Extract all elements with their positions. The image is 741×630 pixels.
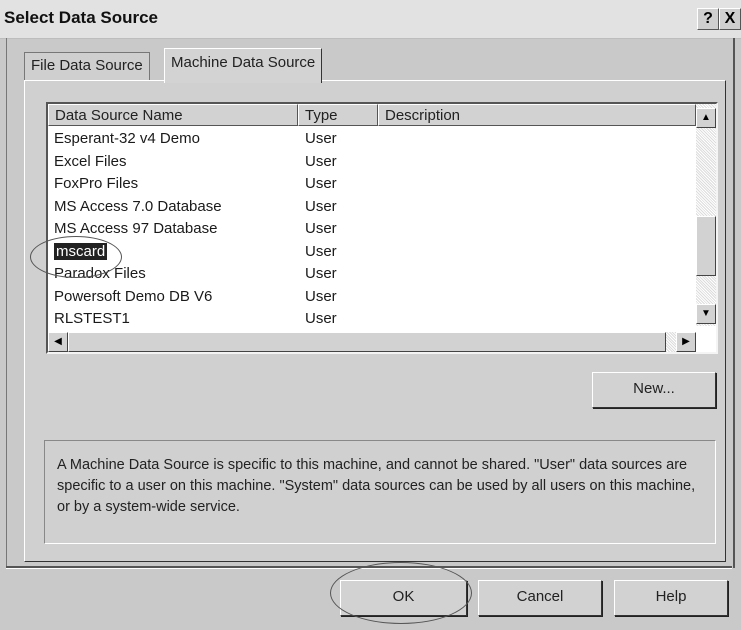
list-item[interactable]: MS Access 7.0 Database User: [48, 196, 696, 219]
list-item-name-text: MS Access 7.0 Database: [54, 197, 222, 215]
help-icon[interactable]: ?: [697, 8, 719, 30]
list-item-type: User: [305, 242, 337, 260]
list-item-name-text: FoxPro Files: [54, 175, 139, 192]
new-button[interactable]: New...: [592, 372, 716, 408]
tab-machine-data-source[interactable]: Machine Data Source: [164, 48, 323, 83]
list-item-name-text: Excel Files: [54, 152, 127, 170]
list-item-type: User: [305, 265, 337, 282]
list-item[interactable]: MS Access 97 Database User: [48, 218, 696, 241]
horizontal-scroll-thumb[interactable]: [68, 332, 666, 352]
vertical-scroll-thumb[interactable]: [696, 216, 716, 276]
list-item-type: User: [305, 220, 337, 237]
help-button[interactable]: Help: [614, 580, 728, 616]
annotation-circle-selection: [30, 236, 122, 278]
vertical-scrollbar[interactable]: ▲ ▼: [696, 104, 716, 326]
list-item-name-text: Esperant-32 v4 Demo: [54, 130, 200, 147]
up-arrow-icon[interactable]: ▲: [696, 108, 716, 128]
list-item[interactable]: Esperant-32 v4 Demo User: [48, 128, 696, 151]
new-button-label: New...: [633, 380, 675, 397]
left-arrow-icon[interactable]: ◀: [48, 332, 68, 352]
description-box: A Machine Data Source is specific to thi…: [44, 440, 716, 544]
list-item-type: User: [305, 175, 337, 192]
list-item[interactable]: RLSTEST1 User: [48, 308, 696, 324]
list-item-name: MS Access 7.0 Database: [54, 196, 222, 218]
list-item-name-text: RLSTEST1: [54, 310, 130, 324]
list-item-type: User: [305, 197, 337, 215]
column-header-name[interactable]: Data Source Name: [48, 104, 298, 126]
list-item[interactable]: Paradox Files User: [48, 263, 696, 286]
list-item-name: RLSTEST1: [54, 308, 130, 324]
column-header-description[interactable]: Description: [378, 104, 696, 126]
list-item-name: FoxPro Files: [54, 173, 138, 195]
column-header-type[interactable]: Type: [298, 104, 378, 126]
list-item-type: User: [305, 310, 337, 324]
window-title: Select Data Source: [4, 8, 159, 27]
description-text: A Machine Data Source is specific to thi…: [57, 457, 696, 515]
list-item-name-text: Powersoft Demo DB V6: [54, 287, 213, 305]
data-source-list[interactable]: Data Source Name Type Description Espera…: [46, 102, 718, 354]
list-header: Data Source Name Type Description: [48, 104, 696, 128]
list-item-name: Powersoft Demo DB V6: [54, 286, 212, 308]
list-item-type: User: [305, 130, 337, 147]
down-arrow-icon[interactable]: ▼: [696, 304, 716, 324]
close-icon[interactable]: X: [719, 8, 741, 30]
right-arrow-icon[interactable]: ▶: [676, 332, 696, 352]
title-bar: Select Data Source ? X: [0, 0, 741, 39]
list-item[interactable]: mscard User: [48, 241, 696, 264]
list-item-name: Esperant-32 v4 Demo: [54, 128, 200, 150]
annotation-circle-ok: [330, 562, 472, 624]
cancel-button[interactable]: Cancel: [478, 580, 602, 616]
list-item-name-text: MS Access 97 Database: [54, 220, 218, 237]
horizontal-scrollbar[interactable]: ◀ ▶: [48, 332, 696, 352]
list-rows: Esperant-32 v4 Demo User Excel Files User Fo…: [48, 128, 696, 324]
list-item-name: Excel Files: [54, 151, 127, 173]
tab-file-data-source[interactable]: File Data Source: [24, 52, 150, 81]
list-item-type: User: [305, 287, 337, 305]
list-item[interactable]: FoxPro Files User: [48, 173, 696, 196]
list-item[interactable]: Powersoft Demo DB V6 User: [48, 286, 696, 309]
list-item[interactable]: Excel Files User: [48, 151, 696, 174]
list-item-type: User: [305, 152, 337, 170]
